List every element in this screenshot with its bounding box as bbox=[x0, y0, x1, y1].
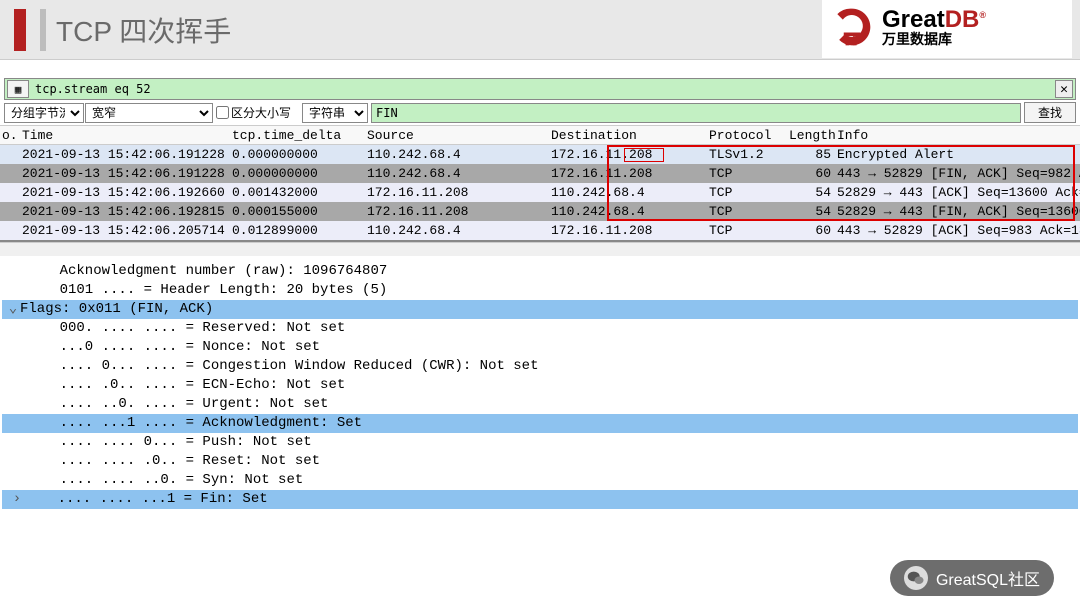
detail-reserved[interactable]: 000. .... .... = Reserved: Not set bbox=[2, 319, 1078, 338]
packet-row[interactable]: 2021-09-13 15:42:06.1912280.000000000110… bbox=[0, 164, 1080, 183]
logo-text-small: 万里数据库 bbox=[882, 32, 986, 47]
detail-ack[interactable]: .... ...1 .... = Acknowledgment: Set bbox=[2, 414, 1078, 433]
find-input[interactable] bbox=[371, 103, 1021, 123]
watermark: GreatSQL社区 bbox=[890, 560, 1054, 596]
detail-ecn[interactable]: .... .0.. .... = ECN-Echo: Not set bbox=[2, 376, 1078, 395]
detail-syn[interactable]: .... .... ..0. = Syn: Not set bbox=[2, 471, 1078, 490]
display-filter-input[interactable]: tcp.stream eq 52 bbox=[31, 82, 151, 96]
col-len[interactable]: Length bbox=[789, 128, 837, 143]
detail-push[interactable]: .... .... 0... = Push: Not set bbox=[2, 433, 1078, 452]
col-info[interactable]: Info bbox=[837, 128, 1080, 143]
detail-urg[interactable]: .... ..0. .... = Urgent: Not set bbox=[2, 395, 1078, 414]
find-toolbar: 分组字节流 宽窄 区分大小写 字符串 查找 bbox=[0, 100, 1080, 126]
close-icon[interactable]: ✕ bbox=[1055, 80, 1073, 98]
detail-reset[interactable]: .... .... .0.. = Reset: Not set bbox=[2, 452, 1078, 471]
detail-flags[interactable]: ⌄Flags: 0x011 (FIN, ACK) bbox=[2, 300, 1078, 319]
accent-bar-gray bbox=[40, 9, 46, 51]
packet-row[interactable]: 2021-09-13 15:42:06.1926600.001432000172… bbox=[0, 183, 1080, 202]
col-proto[interactable]: Protocol bbox=[709, 128, 789, 143]
chevron-down-icon[interactable]: ⌄ bbox=[6, 300, 20, 319]
case-sensitive-checkbox[interactable]: 区分大小写 bbox=[216, 103, 291, 123]
accent-bar bbox=[14, 9, 26, 51]
watermark-text: GreatSQL社区 bbox=[936, 566, 1040, 590]
packet-list-header: o. Time tcp.time_delta Source Destinatio… bbox=[0, 126, 1080, 145]
title-bar: TCP 四次挥手 GreatDB® 万里数据库 bbox=[0, 0, 1080, 60]
packet-row[interactable]: 2021-09-13 15:42:06.1928150.000155000172… bbox=[0, 202, 1080, 221]
width-select[interactable]: 宽窄 bbox=[85, 103, 213, 123]
detail-ack-raw[interactable]: Acknowledgment number (raw): 1096764807 bbox=[2, 262, 1078, 281]
find-button[interactable]: 查找 bbox=[1024, 102, 1076, 123]
col-no[interactable]: o. bbox=[0, 128, 22, 143]
detail-cwr[interactable]: .... 0... .... = Congestion Window Reduc… bbox=[2, 357, 1078, 376]
display-filter-bar: ▦ tcp.stream eq 52 ✕ bbox=[4, 78, 1076, 100]
detail-fin[interactable]: › .... .... ...1 = Fin: Set bbox=[2, 490, 1078, 509]
col-delta[interactable]: tcp.time_delta bbox=[232, 128, 367, 143]
greatdb-logo-icon bbox=[830, 5, 874, 49]
packet-row[interactable]: 2021-09-13 15:42:06.2057140.012899000110… bbox=[0, 221, 1080, 240]
packet-row[interactable]: 2021-09-13 15:42:06.1912280.000000000110… bbox=[0, 145, 1080, 164]
packet-list: o. Time tcp.time_delta Source Destinatio… bbox=[0, 126, 1080, 242]
col-src[interactable]: Source bbox=[367, 128, 551, 143]
search-type-select[interactable]: 字符串 bbox=[302, 103, 368, 123]
wechat-icon bbox=[904, 566, 928, 590]
detail-header-length[interactable]: 0101 .... = Header Length: 20 bytes (5) bbox=[2, 281, 1078, 300]
packet-details[interactable]: Acknowledgment number (raw): 1096764807 … bbox=[0, 256, 1080, 511]
logo-text-big: GreatDB® bbox=[882, 7, 986, 32]
col-time[interactable]: Time bbox=[22, 128, 232, 143]
detail-nonce[interactable]: ...0 .... .... = Nonce: Not set bbox=[2, 338, 1078, 357]
filter-toggle-button[interactable]: ▦ bbox=[7, 80, 29, 98]
group-select[interactable]: 分组字节流 bbox=[4, 103, 84, 123]
logo: GreatDB® 万里数据库 bbox=[822, 0, 1072, 58]
col-dst[interactable]: Destination bbox=[551, 128, 709, 143]
page-title: TCP 四次挥手 bbox=[56, 10, 231, 50]
chevron-right-icon[interactable]: › bbox=[10, 490, 24, 509]
hscrollbar[interactable] bbox=[0, 242, 1080, 256]
